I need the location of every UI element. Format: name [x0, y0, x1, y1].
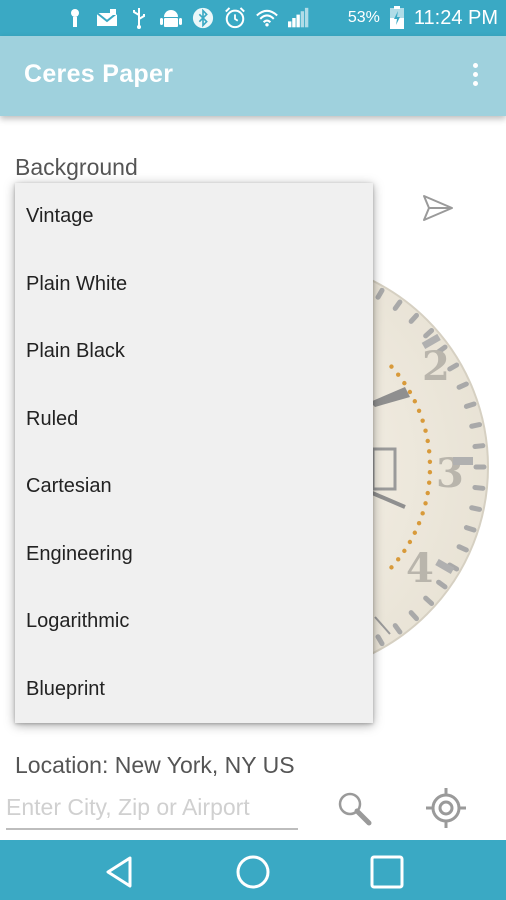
location-label: Location: New York, NY US — [15, 752, 295, 778]
dial-tick — [463, 525, 477, 533]
dropdown-option-logarithmic[interactable]: Logarithmic — [15, 588, 373, 656]
dial-dot — [412, 530, 418, 535]
bluetooth-icon — [192, 7, 214, 29]
overflow-dot-icon — [472, 72, 478, 77]
android-icon — [160, 7, 182, 29]
dial-dot — [396, 372, 401, 377]
dropdown-option-engineering[interactable]: Engineering — [15, 521, 373, 589]
dial-dot — [426, 480, 432, 485]
dial-dot — [423, 501, 428, 506]
status-right: 53% 11:24 PM — [348, 0, 498, 36]
overflow-menu-button[interactable] — [468, 60, 482, 94]
dial-dot — [427, 470, 433, 475]
locate-button[interactable] — [424, 786, 468, 830]
dial-tick — [463, 401, 477, 409]
dropdown-option-blueprint[interactable]: Blueprint — [15, 656, 373, 724]
dial-tick — [472, 484, 486, 491]
battery-icon — [386, 6, 408, 29]
clock: 11:24 PM — [413, 6, 498, 29]
dropdown-option-plain-black[interactable]: Plain Black — [15, 318, 373, 386]
dial-dot — [389, 364, 394, 369]
dial-tick — [469, 505, 483, 512]
dial-dot — [407, 539, 413, 545]
signal-icon — [288, 7, 310, 29]
dial-tick — [375, 287, 385, 300]
alarm-off-icon — [64, 7, 86, 29]
city-search-input[interactable] — [6, 786, 298, 830]
dropdown-option-cartesian[interactable]: Cartesian — [15, 453, 373, 521]
dial-dot — [420, 418, 425, 423]
home-icon — [236, 855, 270, 889]
background-label: Background — [15, 154, 138, 180]
dial-dot — [402, 380, 407, 386]
dial-tick — [375, 634, 385, 647]
dropdown-option-plain-white[interactable]: Plain White — [15, 251, 373, 319]
search-icon — [338, 792, 372, 826]
background-dropdown-menu: Vintage Plain White Plain Black Ruled Ca… — [15, 183, 373, 723]
battery-percent: 53% — [347, 9, 380, 26]
gps-locate-icon — [426, 788, 466, 828]
search-button[interactable] — [334, 788, 374, 828]
mail-icon — [96, 7, 118, 29]
dial-tick — [456, 381, 469, 390]
dial-dot — [412, 399, 418, 404]
overflow-dot-icon — [472, 63, 478, 68]
dropdown-option-ruled[interactable]: Ruled — [15, 386, 373, 454]
dial-numeral-4: 4 — [406, 545, 434, 592]
send-icon — [423, 195, 453, 221]
dial-dot — [389, 565, 394, 570]
send-button[interactable] — [418, 188, 458, 228]
dial-tick — [456, 544, 469, 553]
dial-dot — [425, 490, 430, 496]
usb-icon — [128, 7, 150, 29]
dial-dot — [420, 511, 425, 516]
recents-button[interactable] — [367, 852, 407, 892]
back-button[interactable] — [100, 852, 140, 892]
status-icons — [64, 6, 310, 30]
dial-dot — [416, 408, 422, 414]
dial-dot — [426, 449, 432, 454]
alarm-icon — [224, 7, 246, 29]
dial-tick — [447, 362, 460, 372]
wifi-icon — [256, 7, 278, 29]
back-icon — [106, 856, 132, 888]
dial-dot — [423, 428, 428, 433]
dial-dot — [416, 520, 422, 526]
dial-dot — [407, 389, 413, 395]
overflow-dot-icon — [472, 81, 478, 86]
app-title: Ceres Paper — [24, 60, 174, 88]
dial-tick — [472, 443, 486, 450]
dropdown-option-vintage[interactable]: Vintage — [15, 183, 373, 251]
dial-tick — [469, 422, 483, 429]
dial-numeral-2: 2 — [422, 343, 450, 390]
dial-dot — [425, 438, 430, 444]
dial-dot — [427, 459, 433, 464]
recents-icon — [370, 855, 404, 889]
navigation-bar — [0, 840, 506, 900]
status-bar: 53% 11:24 PM — [0, 0, 506, 36]
home-button[interactable] — [233, 852, 273, 892]
dial-dot — [396, 557, 401, 562]
app-bar: Ceres Paper — [0, 36, 506, 116]
